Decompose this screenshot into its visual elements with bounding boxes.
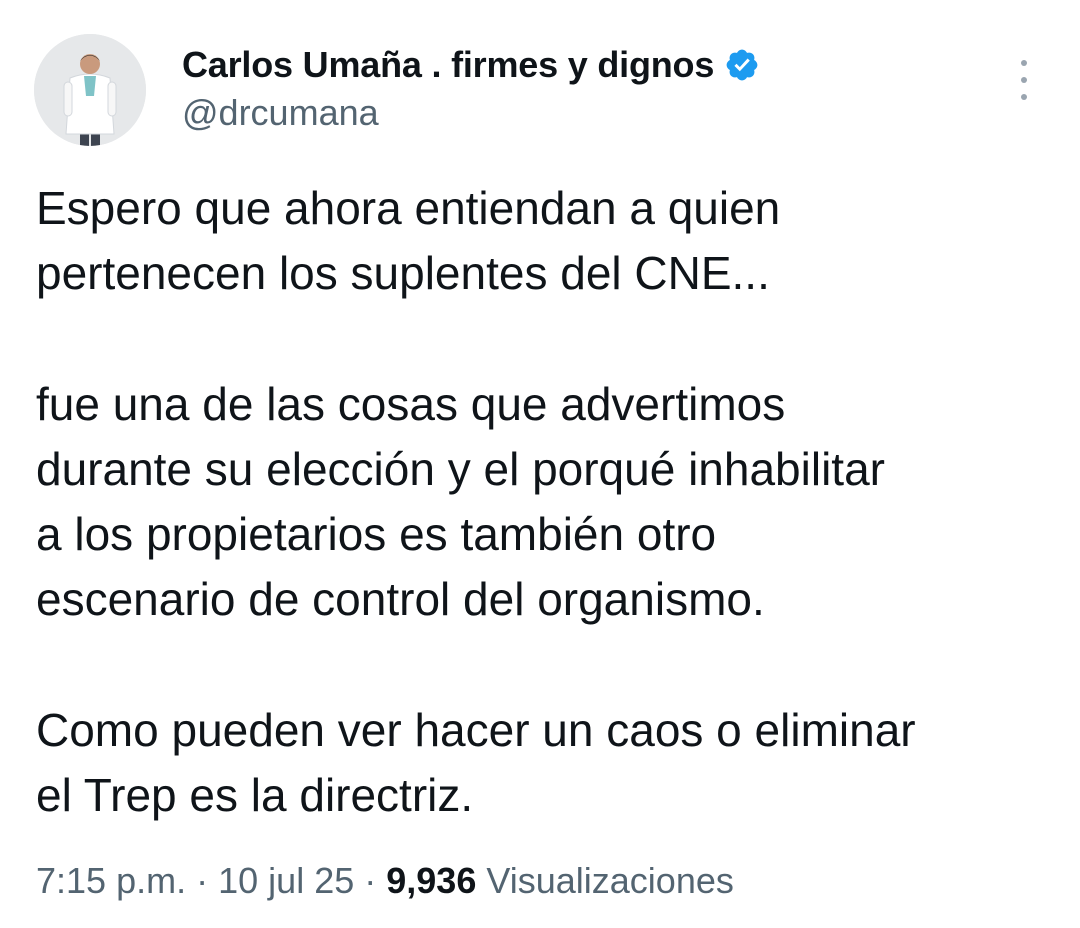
tweet-meta: 7:15 p.m. · 10 jul 25 · 9,936 Visualizac…	[36, 860, 734, 902]
more-vertical-icon[interactable]	[1010, 60, 1038, 100]
author-display-name[interactable]: Carlos Umaña . firmes y dignos	[182, 44, 714, 86]
views-count[interactable]: 9,936	[386, 860, 476, 901]
meta-separator: ·	[364, 860, 377, 901]
views-label[interactable]: Visualizaciones	[486, 860, 733, 901]
tweet-card: Carlos Umaña . firmes y dignos @drcumana…	[0, 0, 1080, 928]
tweet-paragraph-2: fue una de las cosas que advertimos dura…	[36, 378, 885, 625]
tweet-date[interactable]: 10 jul 25	[218, 860, 354, 901]
more-dot	[1021, 60, 1027, 66]
author-handle[interactable]: @drcumana	[182, 92, 379, 134]
more-dot	[1021, 77, 1027, 83]
meta-separator: ·	[196, 860, 209, 901]
tweet-text: Espero que ahora entiendan a quien perte…	[36, 176, 1046, 828]
tweet-paragraph-3: Como pueden ver hacer un caos o eliminar…	[36, 704, 916, 821]
tweet-paragraph-1: Espero que ahora entiendan a quien perte…	[36, 182, 781, 299]
more-dot	[1021, 94, 1027, 100]
author-avatar[interactable]	[34, 34, 146, 146]
tweet-time[interactable]: 7:15 p.m.	[36, 860, 186, 901]
author-name-row[interactable]: Carlos Umaña . firmes y dignos	[182, 40, 760, 90]
verified-badge-icon	[726, 49, 758, 81]
avatar-photo-icon	[34, 34, 146, 146]
